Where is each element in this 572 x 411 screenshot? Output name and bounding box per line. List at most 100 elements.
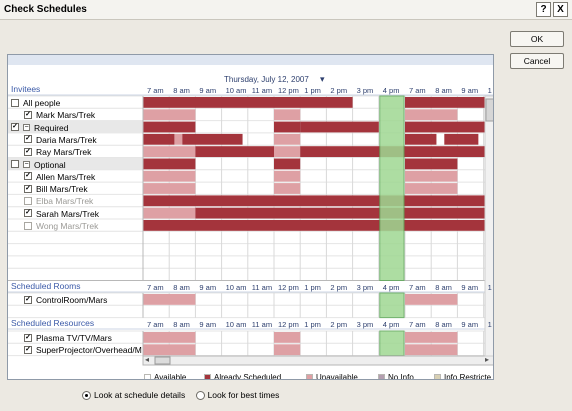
time-label: 9 am — [461, 86, 479, 95]
date-dropdown-icon[interactable]: ▾ — [320, 74, 325, 85]
time-label: 9 am — [199, 283, 217, 292]
view-options: Look at schedule details Look for best t… — [82, 389, 287, 400]
group-expander[interactable]: − — [23, 123, 30, 131]
time-label: 2 pm — [330, 86, 348, 95]
time-label: 4 pm — [382, 283, 400, 292]
option-details[interactable]: Look at schedule details — [82, 390, 185, 400]
invitee-checkbox[interactable] — [11, 160, 19, 168]
invitee-checkbox[interactable]: ✓ — [24, 147, 32, 156]
legend-swatch — [434, 374, 441, 379]
title-bar: Check Schedules ? X — [0, 0, 572, 20]
resources-heading: Scheduled Resources — [11, 318, 95, 328]
time-label: 11 am — [251, 283, 273, 292]
time-label: 4 pm — [382, 320, 400, 329]
invitee-checkbox[interactable]: ✓ — [24, 110, 32, 119]
invitee-name: All people — [23, 98, 61, 108]
time-label: 8 am — [435, 283, 452, 292]
time-label: 7 am — [147, 283, 164, 292]
time-label: 12 pm — [278, 320, 299, 329]
time-label: 1 — [487, 283, 492, 292]
invitee-name: Sarah Mars/Trek — [36, 208, 99, 219]
scroll-left-icon: ◂ — [145, 355, 150, 364]
invitee-name: Optional — [34, 159, 66, 170]
invitee-name: Allen Mars/Trek — [36, 171, 96, 182]
invitee-checkbox[interactable] — [11, 98, 19, 107]
details-radio[interactable] — [82, 390, 91, 400]
time-label: 7 am — [147, 86, 164, 95]
legend-item: Already Scheduled — [204, 373, 281, 379]
time-label: 9 am — [461, 283, 479, 292]
time-label: 12 pm — [278, 86, 299, 95]
legend-swatch — [306, 374, 313, 379]
invitee-name: Wong Mars/Trek — [36, 221, 99, 231]
time-label: 1 pm — [304, 320, 321, 329]
time-label: 8 am — [173, 283, 190, 292]
time-label: 9 am — [461, 320, 479, 329]
time-label: 4 pm — [382, 86, 400, 95]
legend-swatch — [204, 374, 211, 379]
time-label: 9 am — [199, 86, 217, 95]
resource-checkbox[interactable]: ✓ — [24, 345, 32, 354]
time-label: 3 pm — [356, 320, 374, 329]
invitee-checkbox[interactable]: ✓ — [11, 123, 19, 132]
legend-label: Info Restricte — [444, 373, 492, 380]
legend-item: No Info — [378, 373, 414, 379]
resource-checkbox[interactable]: ✓ — [24, 333, 32, 342]
cancel-button[interactable]: Cancel — [510, 53, 564, 69]
time-label: 10 am — [225, 86, 247, 95]
legend: Available Already Scheduled Unavailable No … — [8, 371, 493, 380]
invitee-checkbox[interactable]: ✓ — [24, 209, 32, 218]
invitee-name: Mark Mars/Trek — [36, 110, 96, 121]
time-label: 7 am — [409, 320, 426, 329]
legend-label: Unavailable — [316, 373, 358, 380]
time-label: 1 — [487, 320, 492, 329]
time-label: 10 am — [225, 283, 247, 292]
time-label: 12 pm — [278, 283, 299, 292]
legend-label: Available — [154, 373, 187, 380]
invitee-name: Elba Mars/Trek — [36, 196, 94, 207]
group-expander[interactable]: − — [23, 160, 30, 168]
legend-item: Unavailable — [306, 373, 358, 380]
time-label: 7 am — [147, 320, 164, 329]
time-label: 2 pm — [330, 283, 348, 292]
invitee-checkbox[interactable]: ✓ — [24, 184, 32, 193]
invitee-checkbox[interactable]: ✓ — [24, 172, 32, 181]
invitee-checkbox[interactable] — [24, 221, 32, 230]
best-times-label: Look for best times — [207, 389, 280, 400]
room-checkbox[interactable]: ✓ — [24, 295, 32, 304]
help-button[interactable]: ? — [536, 2, 551, 17]
time-label: 8 am — [435, 320, 452, 329]
schedule-panel: Thursday, July 12, 2007 ▾ Invitees 7 am 8 am… — [7, 54, 494, 380]
date-header: Thursday, July 12, 2007 — [224, 75, 309, 84]
scroll-right-icon: ▸ — [485, 355, 490, 364]
time-label: 11 am — [251, 86, 273, 95]
invitee-checkbox[interactable]: ✓ — [24, 135, 32, 144]
option-best-times[interactable]: Look for best times — [195, 389, 280, 400]
time-label: 7 am — [409, 283, 426, 292]
time-label: 8 am — [173, 86, 190, 95]
time-label: 1 pm — [304, 283, 321, 292]
time-label: 7 am — [409, 86, 426, 95]
time-label: 8 am — [435, 86, 452, 95]
time-label: 3 pm — [356, 283, 374, 292]
legend-swatch — [144, 374, 151, 379]
room-name: ControlRoom/Mars — [36, 295, 108, 305]
details-label: Look at schedule details — [94, 389, 186, 400]
time-label: 11 am — [251, 320, 273, 329]
rooms-heading: Scheduled Rooms — [11, 281, 81, 291]
time-label: 3 pm — [356, 86, 374, 95]
invitee-name: Daria Mars/Trek — [36, 134, 97, 145]
invitees-heading: Invitees — [11, 84, 41, 94]
schedule-labels: Thursday, July 12, 2007 ▾ Invitees 7 am 8 am… — [8, 55, 493, 371]
invitee-checkbox[interactable] — [24, 196, 32, 205]
ok-button[interactable]: OK — [510, 31, 564, 47]
time-label: 10 am — [225, 320, 247, 329]
time-label: 2 pm — [330, 320, 348, 329]
legend-swatch — [378, 374, 385, 379]
window-title: Check Schedules — [4, 4, 87, 15]
resource-name: SuperProjector/Overhead/M — [36, 345, 142, 356]
close-button[interactable]: X — [553, 2, 568, 17]
best-times-radio[interactable] — [195, 390, 205, 400]
resource-name: Plasma TV/TV/Mars — [36, 333, 112, 343]
time-label: 9 am — [199, 320, 217, 329]
